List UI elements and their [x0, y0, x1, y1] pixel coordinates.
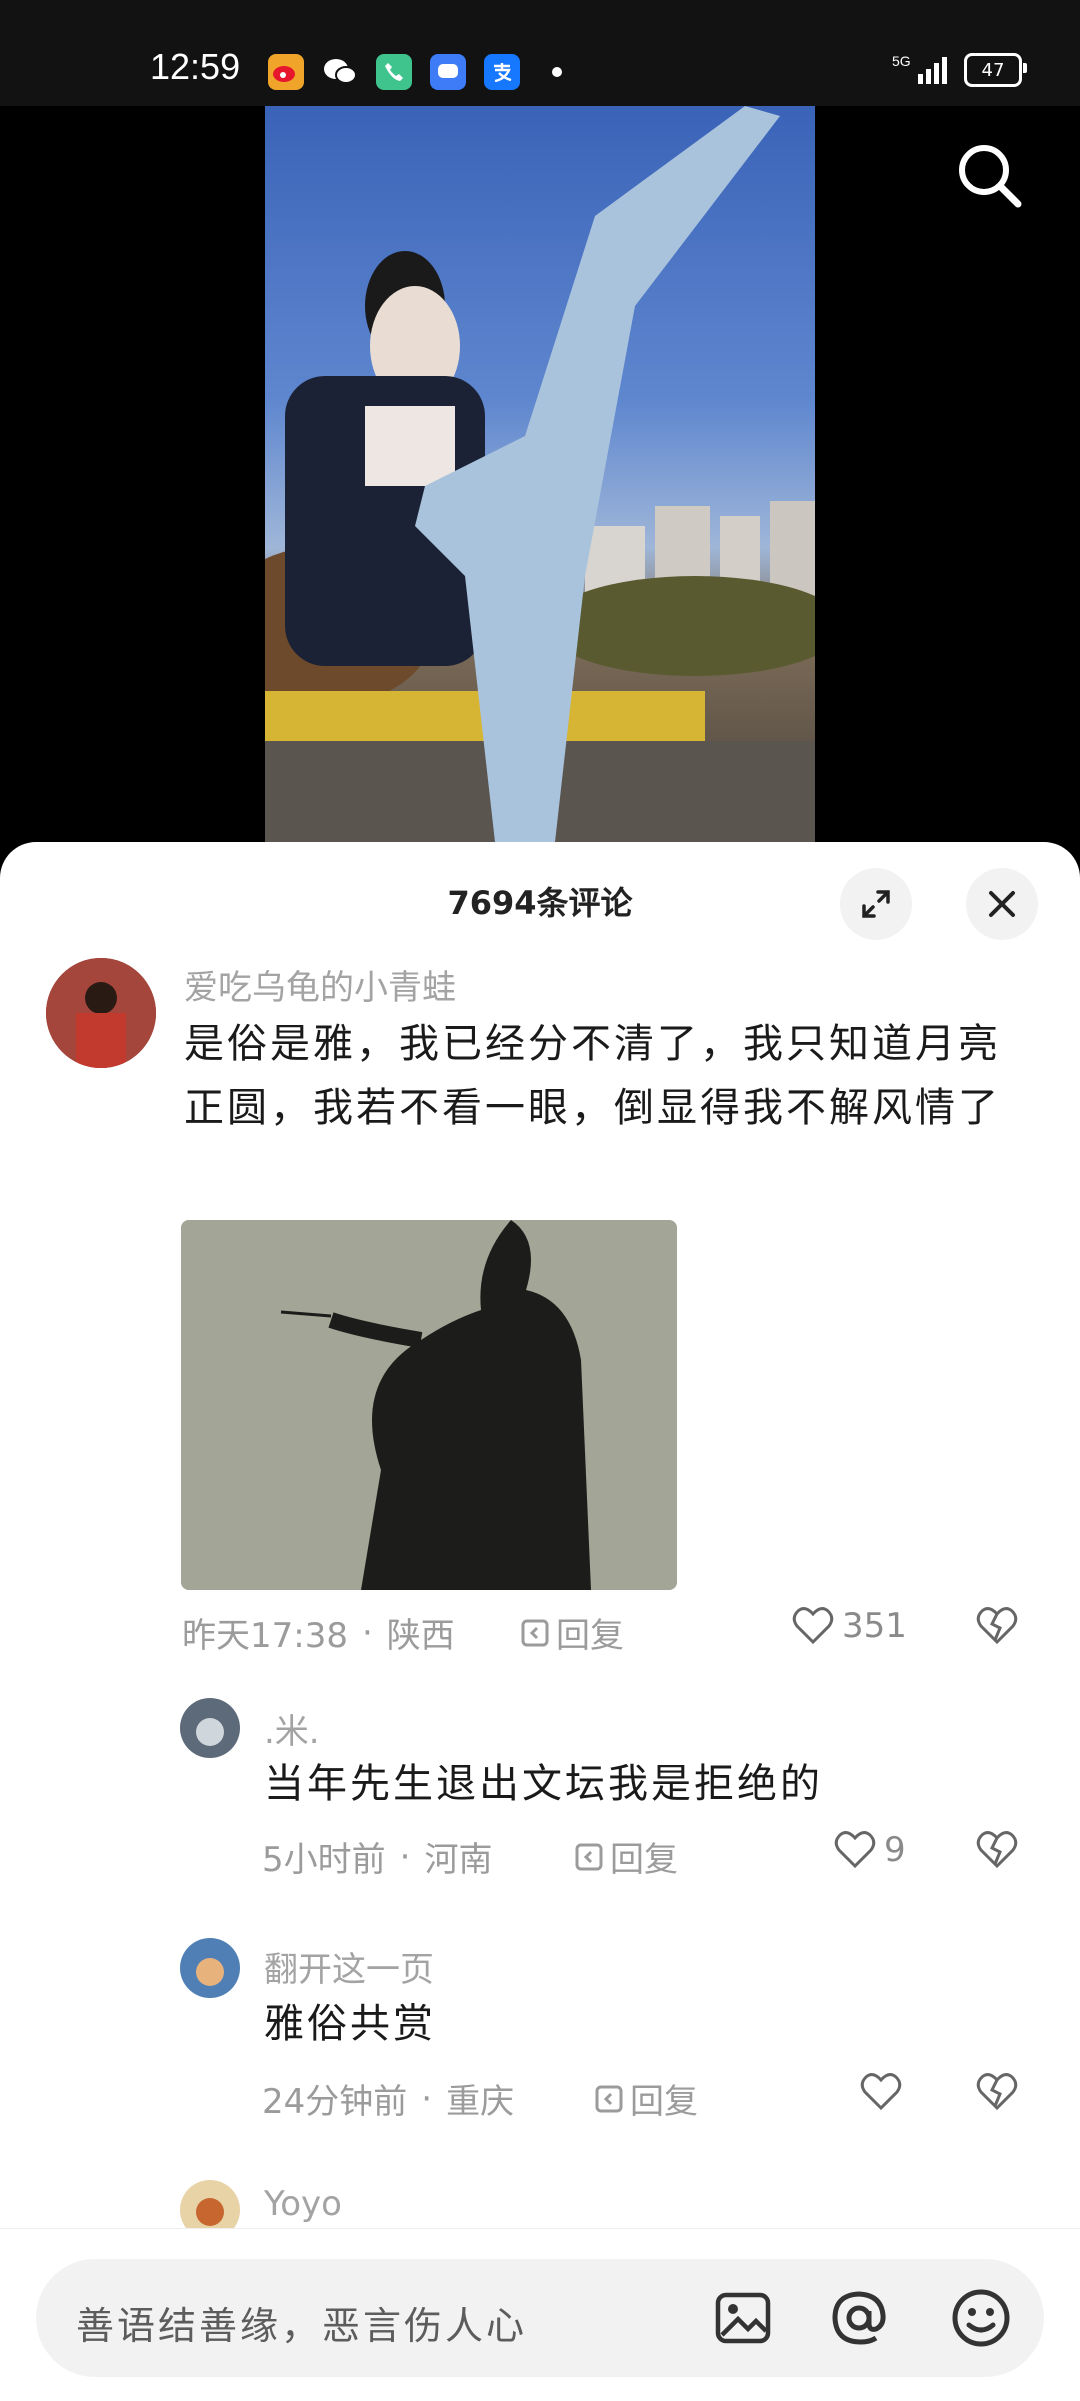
comment-username[interactable]: 翻开这一页: [264, 1942, 434, 1991]
comment-input-placeholder[interactable]: 善语结善缘，恶言伤人心: [76, 2295, 527, 2350]
close-button[interactable]: [966, 868, 1038, 940]
wechat-icon: [322, 54, 358, 90]
meta-separator: ·: [399, 1836, 411, 1877]
comment-meta: 5小时前 · 河南: [262, 1832, 492, 1881]
alipay-icon: [484, 54, 520, 90]
emoji-icon: [952, 2289, 1010, 2347]
video-frame[interactable]: [265, 106, 815, 842]
system-indicators: 5G 47: [890, 52, 1027, 88]
comment-text: 雅俗共赏: [264, 2001, 436, 2047]
silhouette-image: [181, 1220, 677, 1590]
avatar[interactable]: [180, 1938, 240, 1998]
close-icon: [989, 891, 1015, 917]
notification-icons: [268, 54, 562, 90]
broken-heart-icon: [976, 2073, 1018, 2111]
search-button[interactable]: [950, 136, 1030, 216]
heart-icon: [860, 2073, 902, 2111]
like-count: 351: [842, 1606, 907, 1646]
comment-meta: 昨天17:38 · 陕西: [182, 1608, 455, 1657]
weibo-icon: [268, 54, 304, 90]
emoji-button[interactable]: [950, 2287, 1012, 2353]
reply-icon: [575, 1843, 603, 1870]
expand-icon: [862, 890, 890, 918]
reply-button[interactable]: 回复: [574, 1832, 678, 1881]
broken-heart-icon: [976, 1831, 1018, 1869]
comment-username[interactable]: Yoyo: [264, 2184, 342, 2224]
reply-label: 回复: [610, 1840, 678, 1880]
expand-button[interactable]: [840, 868, 912, 940]
comment-location: 陕西: [386, 1616, 455, 1656]
comment-time: 5小时前: [262, 1840, 386, 1880]
image-button[interactable]: [714, 2289, 772, 2351]
reply-icon: [595, 2085, 623, 2112]
search-icon: [959, 145, 1022, 208]
like-button[interactable]: 9: [834, 1830, 906, 1870]
dislike-button[interactable]: [976, 2072, 1018, 2116]
comment-time: 昨天17:38: [182, 1616, 348, 1656]
message-icon: [430, 54, 466, 90]
battery-indicator: 47: [964, 53, 1027, 87]
status-time: 12:59: [150, 46, 241, 87]
heart-icon: [792, 1607, 834, 1645]
heart-icon: [834, 1831, 876, 1869]
comments-panel: 7694条评论 爱吃乌龟的小青蛙 是俗是雅，我已经分不清了，我只知道月亮正圆，我…: [0, 842, 1080, 2400]
comment-text: 是俗是雅，我已经分不清了，我只知道月亮正圆，我若不看一眼，倒显得我不解风情了: [184, 1021, 1001, 1131]
broken-heart-icon: [976, 1607, 1018, 1645]
reply-button[interactable]: 回复: [520, 1608, 624, 1657]
comment-input[interactable]: 善语结善缘，恶言伤人心: [36, 2259, 1044, 2377]
dislike-button[interactable]: [976, 1830, 1018, 1874]
comment-image[interactable]: [181, 1220, 677, 1590]
comment-username[interactable]: .米.: [264, 1704, 320, 1753]
comment-text: 当年先生退出文坛我是拒绝的: [264, 1761, 823, 1807]
reply-label: 回复: [556, 1616, 624, 1656]
svg-text:5G: 5G: [892, 53, 911, 69]
like-button[interactable]: [860, 2072, 902, 2112]
comments-count-title: 7694条评论: [447, 884, 633, 922]
mention-button[interactable]: [828, 2287, 890, 2353]
comment-username[interactable]: 爱吃乌龟的小青蛙: [184, 960, 456, 1009]
comment-location: 河南: [424, 1840, 493, 1880]
avatar[interactable]: [46, 958, 156, 1068]
reply-button[interactable]: 回复: [594, 2074, 698, 2123]
comment-meta: 24分钟前 · 重庆: [262, 2074, 514, 2123]
phone-icon: [376, 54, 412, 90]
video-player[interactable]: [0, 106, 1080, 842]
at-icon: [832, 2291, 886, 2345]
video-thumbnail: [265, 106, 815, 842]
reply-icon: [521, 1619, 549, 1646]
comment-location: 重庆: [446, 2082, 515, 2122]
like-button[interactable]: 351: [792, 1606, 907, 1646]
reply-label: 回复: [630, 2082, 698, 2122]
meta-separator: ·: [421, 2078, 433, 2119]
more-notifications-dot: [552, 67, 562, 77]
dislike-button[interactable]: [976, 1606, 1018, 1650]
meta-separator: ·: [361, 1612, 373, 1653]
image-icon: [715, 2292, 771, 2344]
comment-time: 24分钟前: [262, 2082, 408, 2122]
like-count: 9: [884, 1830, 906, 1870]
comment-input-bar: 善语结善缘，恶言伤人心: [0, 2228, 1080, 2401]
status-bar: 12:59 5G 47: [0, 0, 1080, 106]
avatar[interactable]: [180, 1698, 240, 1758]
signal-icon: 5G: [892, 53, 947, 84]
